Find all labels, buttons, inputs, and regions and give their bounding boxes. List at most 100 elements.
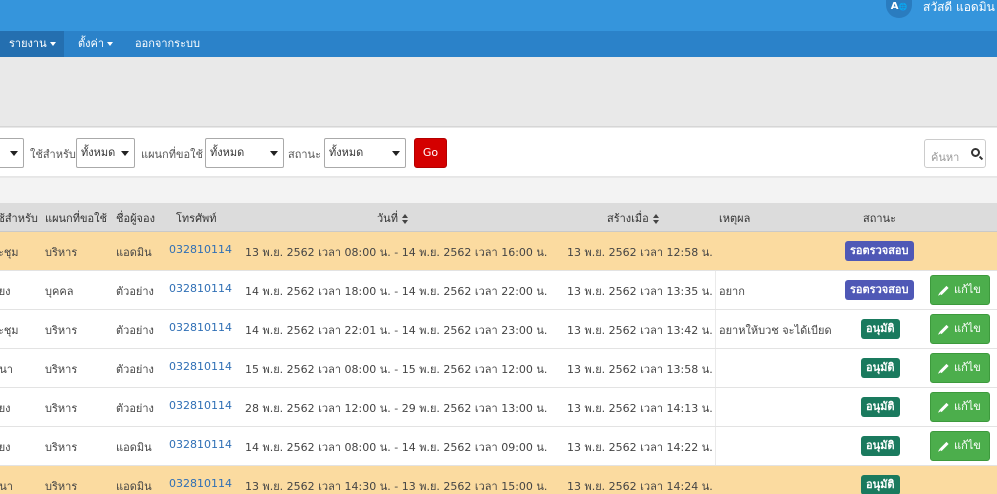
header-booker[interactable]: ชื่อผู้จอง: [116, 209, 155, 227]
nav-item-label: ตั้งค่า: [78, 37, 105, 50]
header-purpose[interactable]: ใช้สำหรับ: [0, 209, 38, 227]
cell-date: 14 พ.ย. 2562 เวลา 18:00 น. - 14 พ.ย. 256…: [245, 285, 548, 298]
cell-dept: บุคคล: [45, 285, 74, 298]
cell-phone[interactable]: 032810114: [169, 282, 232, 295]
pencil-icon: [939, 363, 949, 373]
status-badge: รอตรวจสอบ: [845, 280, 914, 300]
top-bar: A🌐 สวัสดี แอดมิน: [0, 0, 997, 31]
header-dept[interactable]: แผนกที่ขอใช้: [45, 209, 107, 227]
cell-phone[interactable]: 032810114: [169, 438, 232, 451]
column-divider: [715, 388, 716, 426]
status-filter-value: ทั้งหมด: [329, 146, 364, 159]
status-badge: อนุมัติ: [861, 397, 900, 417]
cell-phone[interactable]: 032810114: [169, 399, 232, 412]
cell-date: 14 พ.ย. 2562 เวลา 22:01 น. - 14 พ.ย. 256…: [245, 324, 548, 337]
nav-item-label: ออกจากระบบ: [135, 37, 200, 50]
header-created[interactable]: สร้างเมื่อ: [607, 209, 660, 227]
cell-booker: ตัวอย่าง: [116, 363, 154, 376]
search-input[interactable]: ค้นหา: [924, 139, 986, 168]
chevron-down-icon: [270, 151, 278, 156]
cell-purpose: ระชุม: [0, 324, 19, 337]
header-reason[interactable]: เหตุผล: [719, 209, 750, 227]
cell-dept: บริหาร: [45, 363, 78, 376]
dept-filter-select[interactable]: ทั้งหมด: [205, 138, 284, 168]
cell-booker: ตัวอย่าง: [116, 402, 154, 415]
cell-dept: บริหาร: [45, 402, 78, 415]
header-status[interactable]: สถานะ: [863, 209, 896, 227]
search-icon[interactable]: [971, 148, 980, 157]
nav-item-label: รายงาน: [9, 37, 47, 50]
cell-date: 28 พ.ย. 2562 เวลา 12:00 น. - 29 พ.ย. 256…: [245, 402, 548, 415]
cell-purpose: ลี้ยง: [0, 402, 11, 415]
status-filter-label: สถานะ: [288, 148, 321, 161]
table-header: ใช้สำหรับ แผนกที่ขอใช้ ชื่อผู้จอง โทรศัพ…: [0, 203, 997, 232]
cell-booker: ตัวอย่าง: [116, 285, 154, 298]
column-divider: [715, 427, 716, 465]
column-divider: [715, 310, 716, 348]
cell-date: 14 พ.ย. 2562 เวลา 08:00 น. - 14 พ.ย. 256…: [245, 441, 548, 454]
cell-created: 13 พ.ย. 2562 เวลา 13:42 น.: [567, 324, 713, 337]
chevron-down-icon: [49, 42, 56, 46]
edit-button[interactable]: แก้ไข: [930, 392, 990, 422]
cell-purpose: มนา: [0, 363, 13, 376]
pencil-icon: [939, 441, 949, 451]
cell-phone[interactable]: 032810114: [169, 321, 232, 334]
for-filter-select[interactable]: ทั้งหมด: [76, 138, 135, 168]
search-placeholder: ค้นหา: [931, 151, 960, 164]
filter-panel: ใช้สำหรับ ทั้งหมด แผนกที่ขอใช้ ทั้งหมด ส…: [0, 128, 997, 177]
table-toolbar-strip: [0, 178, 997, 203]
header-phone[interactable]: โทรศัพท์: [176, 209, 217, 227]
cell-phone[interactable]: 032810114: [169, 243, 232, 256]
cell-created: 13 พ.ย. 2562 เวลา 12:58 น.: [567, 246, 713, 259]
cell-reason: อยาก: [719, 285, 745, 298]
avatar-text: A: [890, 1, 899, 12]
edit-button[interactable]: แก้ไข: [930, 353, 990, 383]
edit-button-label: แก้ไข: [954, 361, 981, 374]
for-filter-label: ใช้สำหรับ: [30, 148, 76, 161]
nav-item-settings[interactable]: ตั้งค่า: [78, 31, 114, 57]
edit-button-label: แก้ไข: [954, 439, 981, 452]
table-row: มนา บริหาร แอดมิน 032810114 13 พ.ย. 2562 เวล…: [0, 466, 997, 494]
nav-item-logout[interactable]: ออกจากระบบ: [135, 31, 200, 57]
cell-created: 13 พ.ย. 2562 เวลา 14:13 น.: [567, 402, 713, 415]
table-row: ระชุม บริหาร ตัวอย่าง 032810114 14 พ.ย. 2562…: [0, 310, 997, 349]
table-row: มนา บริหาร ตัวอย่าง 032810114 15 พ.ย. 2562 เ…: [0, 349, 997, 388]
edit-button[interactable]: แก้ไข: [930, 275, 990, 305]
cell-date: 13 พ.ย. 2562 เวลา 08:00 น. - 14 พ.ย. 256…: [245, 246, 548, 259]
cell-reason: อยาหให้บวช จะได้เบียด: [719, 324, 832, 337]
cell-booker: แอดมิน: [116, 480, 152, 493]
user-avatar[interactable]: A🌐: [886, 0, 912, 18]
cell-dept: บริหาร: [45, 441, 78, 454]
cell-purpose: ลี้ยง: [0, 285, 11, 298]
nav-item-reports[interactable]: รายงาน: [0, 31, 64, 57]
sort-icon: [652, 214, 660, 224]
status-filter-select[interactable]: ทั้งหมด: [324, 138, 406, 168]
status-badge: รอตรวจสอบ: [845, 241, 914, 261]
cell-booker: ตัวอย่าง: [116, 324, 154, 337]
cell-dept: บริหาร: [45, 324, 78, 337]
partial-select[interactable]: [0, 138, 24, 168]
sort-icon: [401, 214, 409, 224]
cell-phone[interactable]: 032810114: [169, 360, 232, 373]
header-date[interactable]: วันที่: [377, 209, 409, 227]
pencil-icon: [939, 324, 949, 334]
for-filter-value: ทั้งหมด: [81, 146, 116, 159]
cell-booker: แอดมิน: [116, 441, 152, 454]
edit-button-label: แก้ไข: [954, 283, 981, 296]
cell-phone[interactable]: 032810114: [169, 477, 232, 490]
header-date-label: วันที่: [377, 212, 398, 225]
edit-button-label: แก้ไข: [954, 400, 981, 413]
edit-button[interactable]: แก้ไข: [930, 431, 990, 461]
dept-filter-label: แผนกที่ขอใช้: [141, 148, 203, 161]
table-row: ลี้ยง บริหาร แอดมิน 032810114 14 พ.ย. 2562 เ…: [0, 427, 997, 466]
cell-purpose: ระชุม: [0, 246, 19, 259]
edit-button[interactable]: แก้ไข: [930, 314, 990, 344]
chevron-down-icon: [392, 151, 400, 156]
edit-button-label: แก้ไข: [954, 322, 981, 335]
go-button[interactable]: Go: [414, 138, 447, 168]
cell-created: 13 พ.ย. 2562 เวลา 14:22 น.: [567, 441, 713, 454]
chevron-down-icon: [107, 42, 114, 46]
column-divider: [715, 349, 716, 387]
user-greeting[interactable]: สวัสดี แอดมิน: [923, 0, 995, 14]
cell-created: 13 พ.ย. 2562 เวลา 13:35 น.: [567, 285, 713, 298]
